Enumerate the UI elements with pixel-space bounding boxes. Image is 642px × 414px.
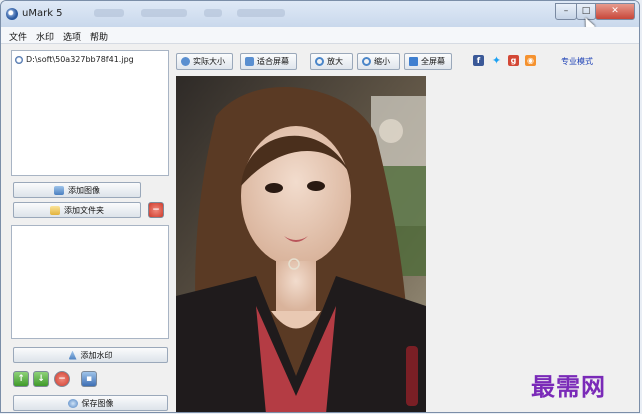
watermark-icon: [68, 350, 77, 360]
fit-screen-button[interactable]: 适合屏幕: [240, 53, 297, 70]
pro-mode-link[interactable]: 专业模式: [561, 56, 593, 67]
close-button[interactable]: ✕: [595, 3, 635, 20]
save-image-button[interactable]: 保存图像: [13, 395, 168, 411]
blurred-title-segment: [141, 9, 187, 17]
site-watermark: 最需网: [531, 372, 606, 401]
fullscreen-label: 全屏幕: [421, 57, 445, 66]
actual-size-icon: [181, 57, 190, 66]
image-file-icon: [15, 55, 23, 64]
rss-icon[interactable]: ◉: [525, 55, 536, 66]
actual-size-button[interactable]: 实际大小: [176, 53, 233, 70]
fit-screen-label: 适合屏幕: [257, 57, 289, 66]
title-bar: uMark 5 – □ ✕: [1, 1, 639, 31]
add-folder-label: 添加文件夹: [64, 205, 104, 215]
menu-watermark[interactable]: 水印: [36, 30, 54, 43]
add-folder-button[interactable]: 添加文件夹: [13, 202, 141, 218]
twitter-icon[interactable]: ✦: [491, 55, 502, 66]
app-icon: [6, 8, 18, 20]
menu-options[interactable]: 选项: [63, 30, 81, 43]
facebook-icon[interactable]: f: [473, 55, 484, 66]
zoom-in-button[interactable]: 放大: [310, 53, 353, 70]
move-down-icon[interactable]: ↓: [33, 371, 49, 387]
image-icon: [54, 185, 64, 195]
preview-photo: [176, 76, 426, 412]
add-watermark-label: 添加水印: [80, 350, 113, 360]
save-icon: [67, 398, 78, 408]
app-window: uMark 5 – □ ✕ 文件 水印 选项 帮助 D:\soft\50a327…: [0, 0, 640, 413]
image-file-list[interactable]: D:\soft\50a327bb78f41.jpg: [11, 50, 169, 176]
watermark-list[interactable]: [11, 225, 169, 339]
folder-icon: [50, 205, 60, 215]
zoom-out-button[interactable]: 缩小: [357, 53, 400, 70]
actual-size-label: 实际大小: [193, 57, 225, 66]
menu-file[interactable]: 文件: [9, 30, 27, 43]
image-preview: [176, 76, 426, 412]
zoom-in-label: 放大: [327, 57, 343, 66]
add-watermark-button[interactable]: 添加水印: [13, 347, 168, 363]
minimize-button[interactable]: –: [555, 3, 577, 20]
fullscreen-icon: [409, 57, 418, 66]
fullscreen-button[interactable]: 全屏幕: [404, 53, 452, 70]
remove-image-button[interactable]: −: [148, 202, 164, 218]
window-title: uMark 5: [22, 8, 63, 19]
blurred-title-segment: [237, 9, 285, 17]
delete-watermark-icon[interactable]: −: [54, 371, 70, 387]
google-plus-icon[interactable]: g: [508, 55, 519, 66]
save-watermark-icon[interactable]: ▪: [81, 371, 97, 387]
menu-help[interactable]: 帮助: [90, 30, 108, 43]
zoom-in-icon: [315, 57, 324, 66]
add-image-button[interactable]: 添加图像: [13, 182, 141, 198]
zoom-out-label: 缩小: [374, 57, 390, 66]
fit-screen-icon: [245, 57, 254, 66]
move-up-icon[interactable]: ↑: [13, 371, 29, 387]
file-list-item[interactable]: D:\soft\50a327bb78f41.jpg: [15, 55, 134, 64]
save-image-label: 保存图像: [81, 398, 114, 408]
file-path: D:\soft\50a327bb78f41.jpg: [26, 55, 134, 64]
blurred-title-segment: [94, 9, 124, 17]
blurred-title-segment: [204, 9, 222, 17]
add-image-label: 添加图像: [68, 185, 100, 195]
menu-bar: 文件 水印 选项 帮助: [1, 27, 639, 44]
zoom-out-icon: [362, 57, 371, 66]
